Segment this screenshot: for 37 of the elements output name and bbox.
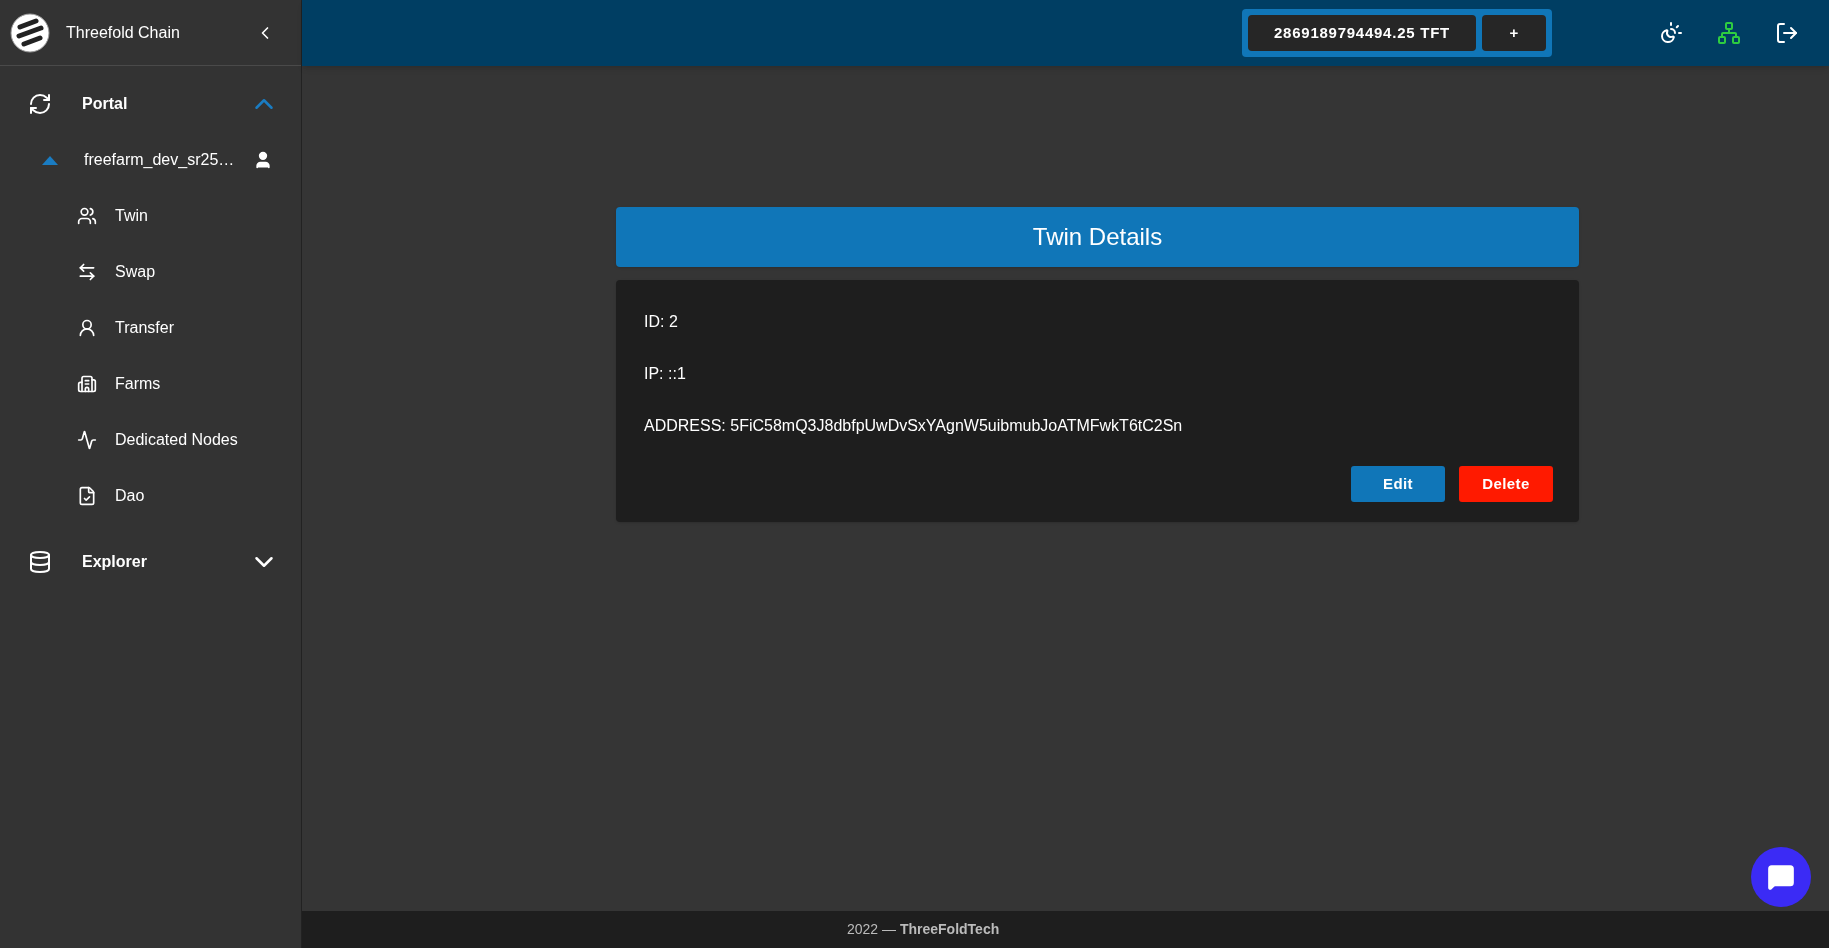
chat-bubble-icon <box>1767 863 1795 891</box>
swap-arrows-icon <box>77 262 97 282</box>
database-icon <box>28 550 52 574</box>
detail-text: ADDRESS: 5FiC58mQ3J8dbfpUwDvSxYAgnW5uibmubJoATMFwkT6tC2Sn <box>644 416 1184 436</box>
footer-text: 2022 — ThreeFoldTech <box>847 920 1000 939</box>
logout-icon <box>1775 21 1799 45</box>
network-button[interactable] <box>1717 21 1741 45</box>
network-icon <box>1717 21 1741 45</box>
logout-button[interactable] <box>1775 21 1799 45</box>
detail-text: IP: ::1 <box>644 364 687 384</box>
sun-moon-icon <box>1659 21 1683 45</box>
chat-button[interactable] <box>1751 847 1811 907</box>
add-funds-button[interactable]: + <box>1482 15 1546 51</box>
delete-button[interactable]: Delete <box>1459 466 1553 502</box>
nav-item[interactable]: Transfer <box>0 300 301 356</box>
card-title: Twin Details <box>1032 222 1163 252</box>
theme-toggle-button[interactable] <box>1659 21 1683 45</box>
nav-item[interactable]: Swap <box>0 244 301 300</box>
balance-button[interactable]: 2869189794494.25 TFT <box>1248 15 1476 51</box>
file-check-icon <box>77 486 97 506</box>
nav-item[interactable]: Dedicated Nodes <box>0 412 301 468</box>
logo-icon <box>10 12 50 53</box>
nav-item[interactable]: Farms <box>0 356 301 412</box>
nav-item[interactable]: Twin <box>0 188 301 244</box>
caret-up-icon <box>42 155 58 165</box>
nav-item[interactable]: Dao <box>0 468 301 524</box>
user-icon <box>77 318 97 338</box>
pulse-icon <box>77 430 97 450</box>
building-icon <box>77 374 97 394</box>
user-icon <box>253 150 273 170</box>
nav-group[interactable]: Portal <box>0 76 301 132</box>
account-item[interactable]: freefarm_dev_sr25… <box>0 132 301 188</box>
edit-button[interactable]: Edit <box>1351 466 1445 502</box>
app-title: Threefold Chain <box>66 22 180 43</box>
detail-text: ID: 2 <box>644 312 679 332</box>
users-icon <box>77 206 97 226</box>
nav-group[interactable]: Explorer <box>0 534 301 590</box>
